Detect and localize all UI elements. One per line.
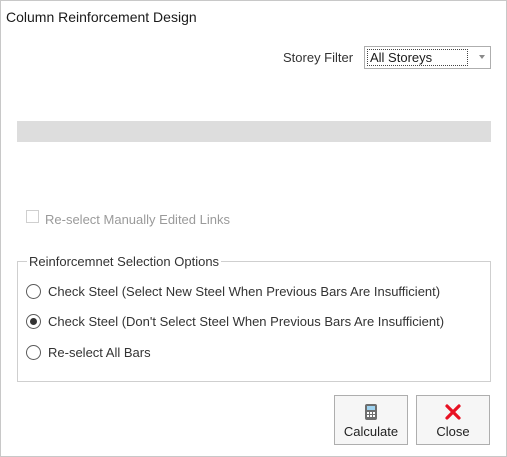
calculate-label: Calculate xyxy=(343,424,399,439)
radio-button[interactable] xyxy=(26,314,41,329)
radio-label: Check Steel (Don't Select Steel When Pre… xyxy=(48,314,445,329)
chevron-down-icon[interactable] xyxy=(479,55,485,59)
close-label: Close xyxy=(436,424,470,439)
close-button[interactable]: Close xyxy=(416,395,490,445)
calculate-button[interactable]: Calculate xyxy=(334,395,408,445)
calculator-icon xyxy=(364,403,378,424)
radio-button[interactable] xyxy=(26,284,41,299)
radio-button[interactable] xyxy=(26,345,41,360)
reselect-links-checkbox[interactable] xyxy=(26,210,39,223)
close-icon xyxy=(444,403,462,424)
storey-filter-value: All Storeys xyxy=(367,49,468,66)
window-title: Column Reinforcement Design xyxy=(6,9,197,25)
selection-options-title: Reinforcemnet Selection Options xyxy=(29,254,220,269)
storey-filter-dropdown[interactable]: All Storeys xyxy=(364,46,491,69)
radio-label: Check Steel (Select New Steel When Previ… xyxy=(48,284,441,299)
radio-label: Re-select All Bars xyxy=(48,345,151,360)
progress-bar xyxy=(17,121,491,142)
storey-filter-label: Storey Filter xyxy=(283,50,354,65)
reselect-links-label: Re-select Manually Edited Links xyxy=(45,212,230,227)
dialog-window: Column Reinforcement Design Storey Filte… xyxy=(0,0,507,457)
